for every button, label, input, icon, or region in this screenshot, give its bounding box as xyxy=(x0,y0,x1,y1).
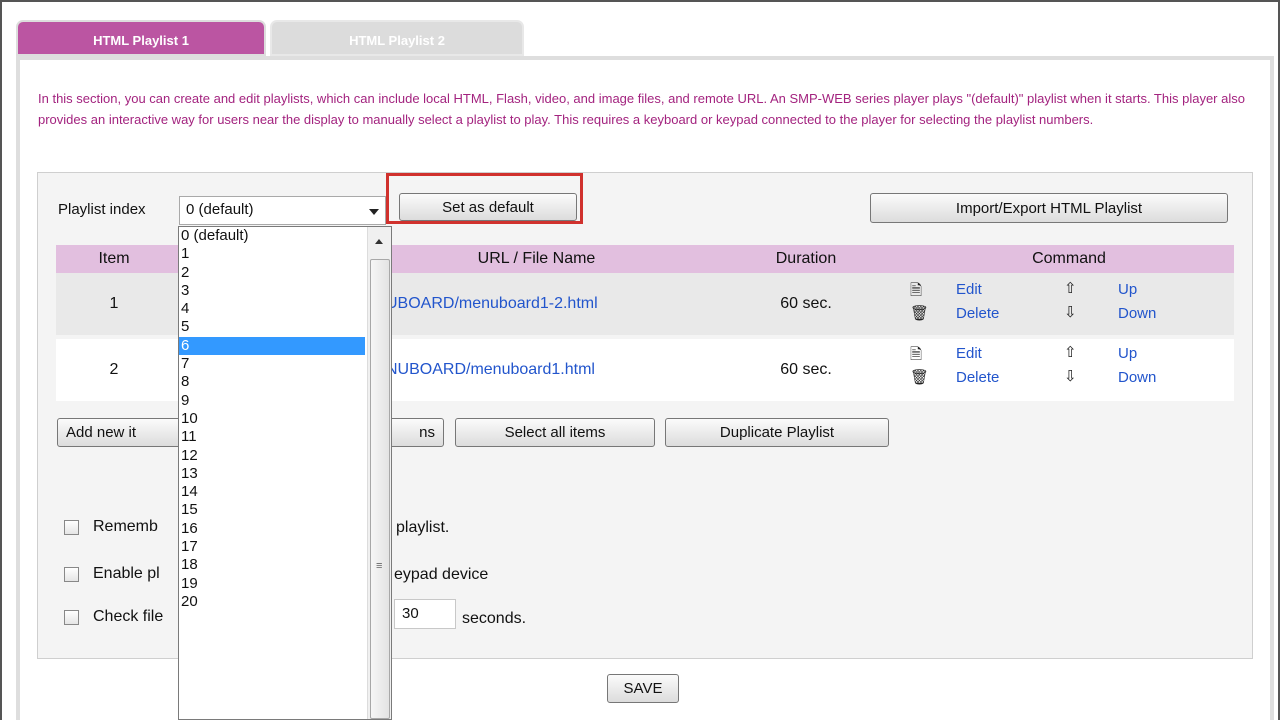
playlist-index-select[interactable]: 0 (default) xyxy=(179,196,386,225)
row-url-link[interactable]: NUBOARD/menuboard1.html xyxy=(386,339,686,401)
playlist-index-dropdown[interactable]: 0 (default) 1 2 3 4 5 6 7 8 9 10 11 12 1… xyxy=(178,226,392,720)
tab-html-playlist-2[interactable]: HTML Playlist 2 xyxy=(270,20,524,56)
intro-text: In this section, you can create and edit… xyxy=(38,91,1245,127)
remember-label-prefix: Rememb xyxy=(93,518,158,535)
check-file-option: Check file xyxy=(64,608,163,626)
row-duration: 60 sec. xyxy=(780,295,832,312)
tab-html-playlist-1[interactable]: HTML Playlist 1 xyxy=(16,20,266,56)
arrow-down-icon: ⇩ xyxy=(1064,304,1077,321)
enable-keypad-option: Enable pl xyxy=(64,565,160,583)
tab-label: HTML Playlist 1 xyxy=(93,33,189,48)
save-button[interactable]: SAVE xyxy=(607,674,679,703)
up-link[interactable]: Up xyxy=(1118,281,1137,298)
chevron-down-icon xyxy=(369,209,379,215)
dropdown-option[interactable]: 17 xyxy=(179,538,365,556)
arrow-down-icon: ⇩ xyxy=(1064,368,1077,385)
dropdown-option[interactable]: 9 xyxy=(179,392,365,410)
dropdown-option[interactable]: 10 xyxy=(179,410,365,428)
dropdown-option[interactable]: 12 xyxy=(179,447,365,465)
enable-label-suffix: eypad device xyxy=(394,566,489,583)
check-interval-input[interactable]: 30 xyxy=(394,599,456,629)
dropdown-option[interactable]: 13 xyxy=(179,465,365,483)
dropdown-option[interactable]: 3 xyxy=(179,282,365,300)
remember-label-suffix: playlist. xyxy=(396,519,450,536)
dropdown-option[interactable]: 2 xyxy=(179,264,365,282)
dropdown-option[interactable]: 1 xyxy=(179,245,365,263)
document-icon: 🗎 xyxy=(910,282,923,299)
tab-label: HTML Playlist 2 xyxy=(349,33,445,48)
document-icon: 🗎 xyxy=(910,346,923,363)
enable-label-prefix: Enable pl xyxy=(93,565,160,582)
header-url: URL / File Name xyxy=(477,250,596,267)
header-item: Item xyxy=(98,250,130,267)
dropdown-option[interactable]: 11 xyxy=(179,428,365,446)
row-item-number: 2 xyxy=(109,361,119,378)
dropdown-option[interactable]: 19 xyxy=(179,575,365,593)
header-duration: Duration xyxy=(775,250,837,267)
edit-link[interactable]: Edit xyxy=(956,281,982,298)
header-command: Command xyxy=(1032,250,1106,267)
dropdown-options-list: 0 (default) 1 2 3 4 5 6 7 8 9 10 11 12 1… xyxy=(179,227,365,611)
remember-checkbox[interactable] xyxy=(64,519,79,535)
dropdown-option[interactable]: 8 xyxy=(179,373,365,391)
trash-icon: 🗑 xyxy=(910,369,930,386)
dropdown-scrollbar[interactable]: ≡ xyxy=(367,227,391,719)
dropdown-option[interactable]: 0 (default) xyxy=(179,227,365,245)
duplicate-playlist-button[interactable]: Duplicate Playlist xyxy=(665,418,889,447)
playlist-index-label: Playlist index xyxy=(58,201,146,218)
seconds-label: seconds. xyxy=(462,610,527,627)
arrow-up-icon: ⇧ xyxy=(1064,280,1077,297)
down-link[interactable]: Down xyxy=(1118,305,1156,322)
select-all-items-button[interactable]: Select all items xyxy=(455,418,655,447)
row-item-number: 1 xyxy=(109,295,119,312)
check-label-prefix: Check file xyxy=(93,608,164,625)
scrollbar-thumb[interactable]: ≡ xyxy=(370,259,390,719)
dropdown-option[interactable]: 18 xyxy=(179,556,365,574)
dropdown-option[interactable]: 4 xyxy=(179,300,365,318)
up-link[interactable]: Up xyxy=(1118,345,1137,362)
scroll-up-icon[interactable] xyxy=(375,239,383,244)
dropdown-option[interactable]: 15 xyxy=(179,501,365,519)
dropdown-option[interactable]: 20 xyxy=(179,593,365,611)
dropdown-option[interactable]: 7 xyxy=(179,355,365,373)
dropdown-option[interactable]: 5 xyxy=(179,318,365,336)
import-export-button[interactable]: Import/Export HTML Playlist xyxy=(870,193,1228,223)
row-duration: 60 sec. xyxy=(780,361,832,378)
playlist-index-value: 0 (default) xyxy=(186,201,254,218)
arrow-up-icon: ⇧ xyxy=(1064,344,1077,361)
dropdown-option-selected[interactable]: 6 xyxy=(179,336,365,356)
down-link[interactable]: Down xyxy=(1118,369,1156,386)
trash-icon: 🗑 xyxy=(910,305,930,322)
delete-link[interactable]: Delete xyxy=(956,305,999,322)
grip-icon: ≡ xyxy=(376,560,383,572)
enable-keypad-checkbox[interactable] xyxy=(64,566,79,582)
check-file-checkbox[interactable] xyxy=(64,609,79,625)
dropdown-option[interactable]: 14 xyxy=(179,483,365,501)
row-url-link[interactable]: UBOARD/menuboard1-2.html xyxy=(386,273,686,335)
highlight-box xyxy=(386,173,583,224)
remember-option: Rememb xyxy=(64,518,158,536)
dropdown-option[interactable]: 16 xyxy=(179,520,365,538)
delete-link[interactable]: Delete xyxy=(956,369,999,386)
edit-link[interactable]: Edit xyxy=(956,345,982,362)
